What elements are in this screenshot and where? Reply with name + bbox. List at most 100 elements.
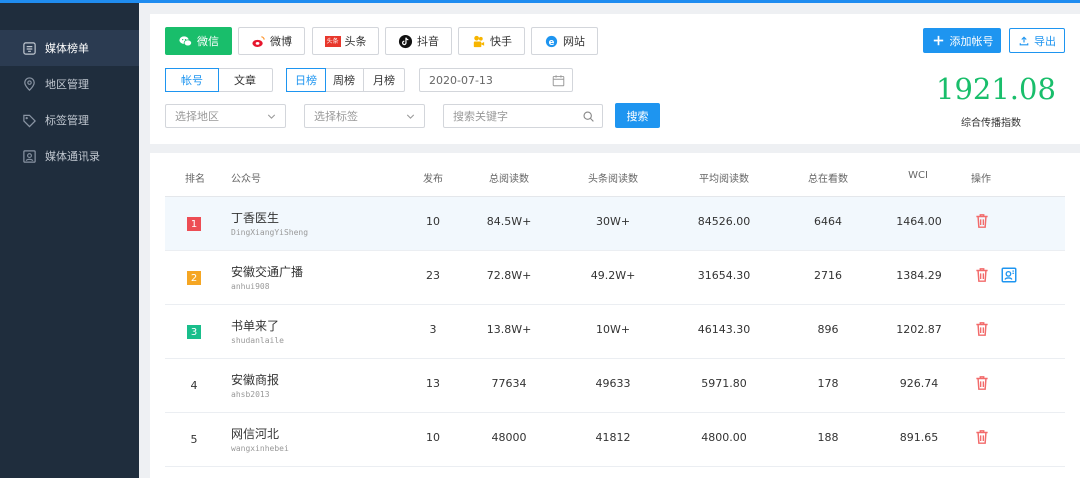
- likes-count: 2716: [814, 269, 842, 282]
- platform-tab-wechat[interactable]: 微信: [165, 27, 232, 55]
- total-reads: 13.8W+: [486, 323, 532, 336]
- column-header-rank: 排名: [185, 174, 205, 185]
- keyword-placeholder: 搜索关键字: [453, 110, 508, 123]
- sidebar-item-media-ranking[interactable]: 媒体榜单: [0, 30, 139, 66]
- platform-tab-toutiao[interactable]: 头条 头条: [312, 27, 379, 55]
- keyword-search-input[interactable]: 搜索关键字: [443, 104, 603, 128]
- delete-icon[interactable]: [973, 428, 991, 446]
- publish-count: 10: [426, 431, 440, 444]
- publish-count: 13: [426, 377, 440, 390]
- sidebar-item-region[interactable]: 地区管理: [0, 66, 139, 102]
- total-reads: 48000: [491, 431, 527, 444]
- wci-value: 1464.00: [896, 215, 942, 228]
- table-row: 4 安徽商报 ahsb2013 13 77634 49633 5971.80 178 926.7…: [165, 359, 1065, 413]
- account-name[interactable]: 书单来了: [231, 317, 279, 334]
- table-row: 5 网信河北 wangxinhebei 10 48000 41812 4800.00 188 8…: [165, 413, 1065, 467]
- sidebar-item-label: 标签管理: [45, 114, 89, 127]
- platform-tab-kuaishou[interactable]: 快手: [458, 27, 525, 55]
- top-reads: 41812: [595, 431, 631, 444]
- tab-daily[interactable]: 日榜: [286, 68, 326, 92]
- website-icon: e: [545, 35, 558, 47]
- sidebar-item-contacts[interactable]: 媒体通讯录: [0, 138, 139, 174]
- export-button[interactable]: 导出: [1009, 28, 1065, 53]
- platform-tab-website[interactable]: e 网站: [531, 27, 598, 55]
- total-reads: 77634: [491, 377, 527, 390]
- composite-index-value: 1921.08: [936, 72, 1056, 106]
- plus-icon: [933, 35, 943, 46]
- delete-icon[interactable]: [973, 320, 991, 338]
- account-name[interactable]: 安徽商报: [231, 371, 279, 388]
- douyin-icon: [398, 34, 413, 48]
- publish-count: 23: [426, 269, 440, 282]
- weibo-icon: [252, 35, 265, 47]
- account-id: shudanlaile: [231, 336, 284, 345]
- rank-badge: 1: [187, 217, 201, 231]
- account-name[interactable]: 丁香医生: [231, 209, 279, 226]
- toutiao-icon: 头条: [324, 35, 341, 47]
- avg-reads: 31654.30: [697, 269, 751, 282]
- platform-tab-douyin[interactable]: 抖音: [385, 27, 452, 55]
- add-account-button[interactable]: 添加帐号: [923, 28, 1001, 53]
- likes-count: 178: [817, 377, 839, 390]
- account-name[interactable]: 安徽交通广播: [231, 263, 303, 280]
- tab-monthly[interactable]: 月榜: [364, 69, 404, 91]
- sidebar-item-label: 媒体通讯录: [45, 150, 100, 163]
- delete-icon[interactable]: [973, 374, 991, 392]
- account-name[interactable]: 网信河北: [231, 425, 279, 442]
- table-row: 3 书单来了 shudanlaile 3 13.8W+ 10W+ 46143.30 896 12…: [165, 305, 1065, 359]
- delete-icon[interactable]: [973, 212, 991, 230]
- search-icon[interactable]: [582, 110, 595, 123]
- platform-tab-weibo[interactable]: 微博: [238, 27, 305, 55]
- wechat-icon: [179, 35, 192, 46]
- rank-number: 4: [190, 379, 198, 392]
- search-button[interactable]: 搜索: [615, 103, 660, 128]
- top-accent-bar: [0, 0, 1080, 3]
- total-reads: 72.8W+: [486, 269, 532, 282]
- table-row: 2 安徽交通广播 anhui908 23 72.8W+ 49.2W+ 31654.30 271…: [165, 251, 1065, 305]
- region-select[interactable]: 选择地区: [165, 104, 286, 128]
- publish-count: 10: [426, 215, 440, 228]
- column-header-top-reads: 头条阅读数: [588, 174, 638, 185]
- chevron-down-icon: [267, 114, 276, 119]
- ranking-list-icon: [23, 41, 36, 55]
- tab-weekly[interactable]: 周榜: [325, 69, 364, 91]
- total-reads: 84.5W+: [486, 215, 532, 228]
- date-picker[interactable]: 2020-07-13: [419, 68, 573, 92]
- rank-badge: 3: [187, 325, 201, 339]
- type-tabs: 帐号 文章: [165, 68, 273, 92]
- wci-value: 891.65: [899, 431, 939, 444]
- profile-icon[interactable]: [1000, 266, 1018, 284]
- contact-card-icon: [23, 149, 36, 163]
- kuaishou-icon: [473, 35, 485, 47]
- sidebar: 媒体榜单 地区管理 标签管理 媒体通讯录: [0, 3, 139, 478]
- likes-count: 896: [817, 323, 839, 336]
- wci-value: 1384.29: [896, 269, 942, 282]
- tag-select[interactable]: 选择标签: [304, 104, 425, 128]
- avg-reads: 46143.30: [697, 323, 751, 336]
- column-header-wci: WCI: [908, 170, 928, 181]
- sidebar-item-label: 地区管理: [45, 78, 89, 91]
- rank-badge: 2: [187, 271, 201, 285]
- column-header-publish: 发布: [423, 174, 443, 185]
- upload-icon: [1019, 35, 1029, 45]
- tag-placeholder: 选择标签: [314, 110, 358, 123]
- top-reads: 49.2W+: [590, 269, 636, 282]
- tag-icon: [23, 114, 36, 127]
- avg-reads: 4800.00: [701, 431, 747, 444]
- column-header-total-reads: 总阅读数: [489, 174, 529, 185]
- account-id: DingXiangYiSheng: [231, 228, 309, 237]
- calendar-icon: [552, 75, 565, 87]
- avg-reads: 5971.80: [701, 377, 747, 390]
- delete-icon[interactable]: [973, 266, 991, 284]
- wci-value: 926.74: [899, 377, 939, 390]
- likes-count: 188: [817, 431, 839, 444]
- top-reads: 10W+: [595, 323, 631, 336]
- wci-value: 1202.87: [896, 323, 942, 336]
- sidebar-item-tags[interactable]: 标签管理: [0, 102, 139, 138]
- column-header-actions: 操作: [971, 174, 991, 185]
- account-id: wangxinhebei: [231, 444, 289, 453]
- sidebar-item-label: 媒体榜单: [45, 42, 89, 55]
- tab-article[interactable]: 文章: [218, 69, 272, 91]
- column-header-likes: 总在看数: [808, 174, 848, 185]
- tab-account[interactable]: 帐号: [165, 68, 219, 92]
